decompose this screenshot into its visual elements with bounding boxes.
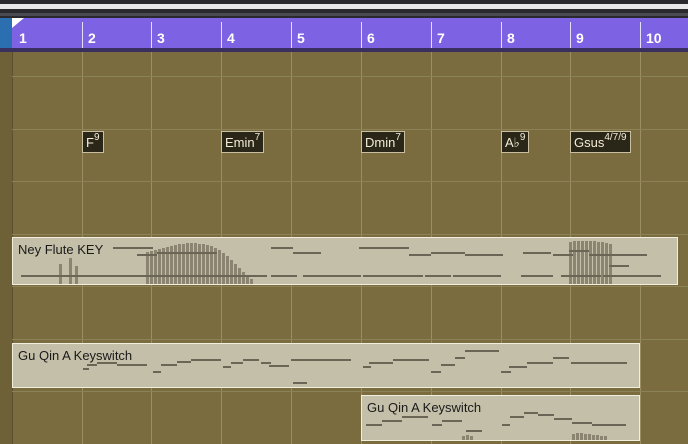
region-name: Gu Qin A Keyswitch: [367, 400, 482, 415]
chord-root: F: [86, 135, 94, 150]
window-top-strip: [0, 0, 688, 18]
bar-tick: [640, 22, 641, 48]
lane-divider: [12, 129, 688, 130]
chord-event[interactable]: Dmin7: [361, 131, 405, 153]
chord-extension: 7: [254, 132, 261, 143]
bar-tick: [291, 22, 292, 48]
bar-number-5: 5: [297, 30, 305, 46]
bar-number-1: 1: [19, 30, 27, 46]
lane-divider: [12, 339, 688, 340]
divider: [0, 13, 688, 16]
chord-root: Emin: [225, 135, 255, 150]
bar-number-10: 10: [646, 30, 662, 46]
chord-extension: 9: [519, 132, 526, 143]
midi-region-content: [21, 241, 661, 284]
scroll-indicator[interactable]: [0, 4, 688, 9]
bar-number-3: 3: [157, 30, 165, 46]
bar-tick: [151, 22, 152, 48]
lane-divider: [12, 286, 688, 287]
chord-event[interactable]: A♭9: [501, 131, 530, 153]
bar-number-9: 9: [576, 30, 584, 46]
chord-event[interactable]: F9: [82, 131, 104, 153]
ruler-left-marker: [0, 18, 12, 48]
lane-divider: [12, 234, 688, 235]
bar-number-7: 7: [437, 30, 445, 46]
bar-tick: [221, 22, 222, 48]
chord-root: Dmin: [365, 135, 396, 150]
region-name: Ney Flute KEY: [18, 242, 104, 257]
midi-region[interactable]: Gu Qin A Keyswitch: [12, 343, 640, 388]
ruler-divider: [0, 48, 688, 52]
bar-tick: [431, 22, 432, 48]
lane-divider: [12, 181, 688, 182]
chord-event[interactable]: Emin7: [221, 131, 265, 153]
chord-root: A♭: [505, 135, 520, 150]
lane-divider: [12, 391, 688, 392]
bar-number-4: 4: [227, 30, 235, 46]
bar-tick: [501, 22, 502, 48]
bar-number-8: 8: [507, 30, 515, 46]
bar-number-6: 6: [367, 30, 375, 46]
chord-root: Gsus: [574, 135, 605, 150]
region-name: Gu Qin A Keyswitch: [18, 348, 133, 363]
bar-number-2: 2: [88, 30, 96, 46]
chord-extension: 7: [395, 132, 401, 143]
lane-divider: [12, 76, 688, 77]
chord-extension: 9: [93, 132, 100, 143]
chord-event[interactable]: Gsus4/7/9: [570, 131, 631, 153]
bar-tick: [361, 22, 362, 48]
midi-region[interactable]: Gu Qin A Keyswitch: [361, 395, 640, 441]
bar-tick: [570, 22, 571, 48]
midi-region[interactable]: Ney Flute KEY: [12, 237, 678, 285]
playhead-marker-icon[interactable]: [12, 18, 24, 28]
timeline-ruler[interactable]: [12, 18, 688, 48]
bar-tick: [82, 22, 83, 48]
chord-extension: 4/7/9: [604, 132, 627, 143]
